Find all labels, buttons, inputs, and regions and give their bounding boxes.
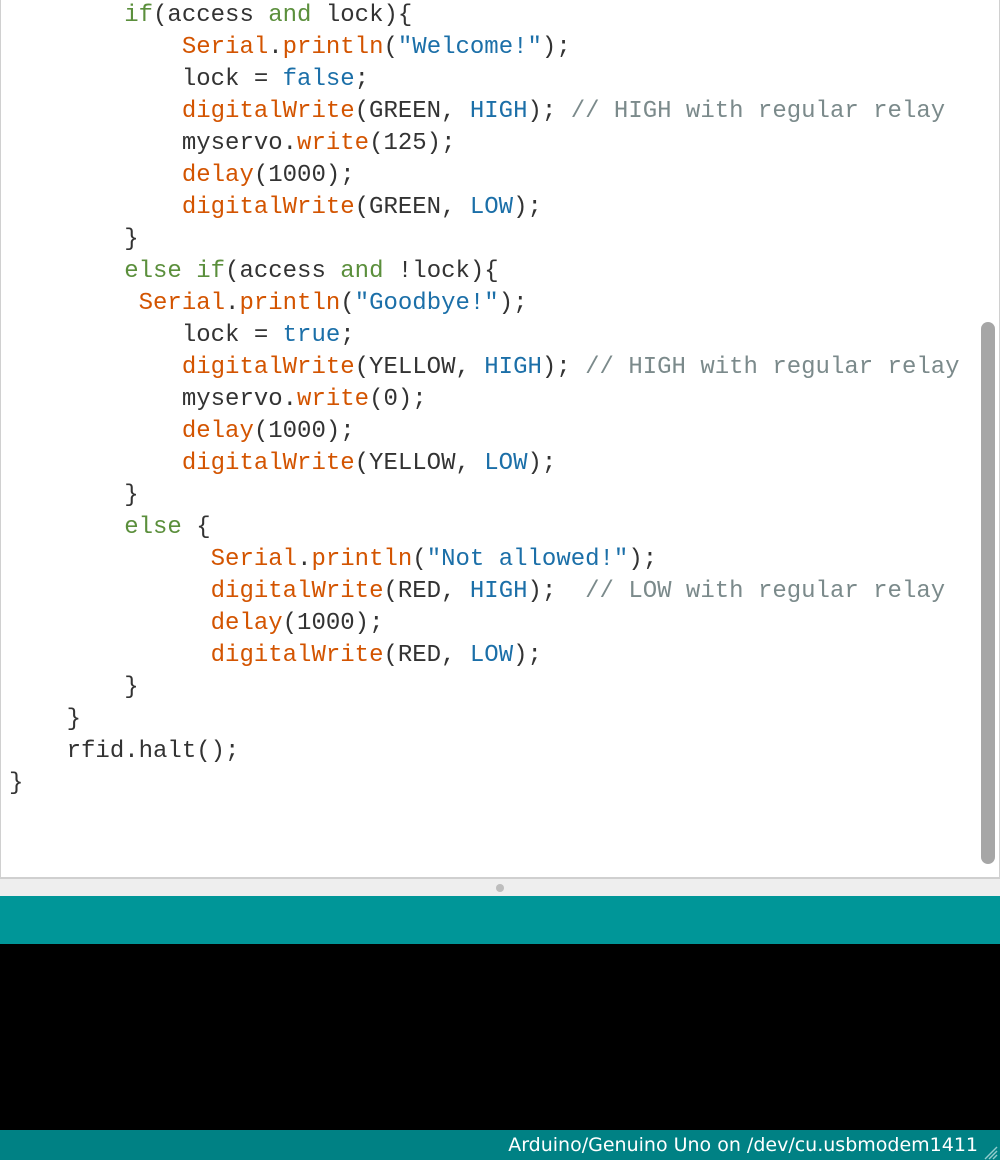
pane-splitter[interactable] xyxy=(0,878,1000,896)
code-line: delay(1000); xyxy=(9,416,999,448)
code-line: Serial.println("Goodbye!"); xyxy=(9,288,999,320)
code-line: digitalWrite(RED, HIGH); // LOW with reg… xyxy=(9,576,999,608)
code-line: Serial.println("Not allowed!"); xyxy=(9,544,999,576)
board-port-label: Arduino/Genuino Uno on /dev/cu.usbmodem1… xyxy=(508,1134,978,1156)
code-line: rfid.halt(); xyxy=(9,736,999,768)
code-editor-pane: if(access and lock){ Serial.println("Wel… xyxy=(0,0,1000,878)
splitter-grip-icon xyxy=(496,884,504,892)
code-line: digitalWrite(YELLOW, LOW); xyxy=(9,448,999,480)
scroll-thumb[interactable] xyxy=(981,322,995,864)
code-line: delay(1000); xyxy=(9,160,999,192)
code-line: } xyxy=(9,480,999,512)
code-line: digitalWrite(YELLOW, HIGH); // HIGH with… xyxy=(9,352,999,384)
code-line: } xyxy=(9,224,999,256)
code-line: myservo.write(125); xyxy=(9,128,999,160)
arduino-ide-window: if(access and lock){ Serial.println("Wel… xyxy=(0,0,1000,1160)
code-line: Serial.println("Welcome!"); xyxy=(9,32,999,64)
code-line: lock = true; xyxy=(9,320,999,352)
output-console[interactable] xyxy=(0,944,1000,1130)
message-bar xyxy=(0,896,1000,944)
code-line: } xyxy=(9,768,999,800)
code-editor[interactable]: if(access and lock){ Serial.println("Wel… xyxy=(1,0,999,877)
code-line: myservo.write(0); xyxy=(9,384,999,416)
code-line: digitalWrite(GREEN, HIGH); // HIGH with … xyxy=(9,96,999,128)
code-line: digitalWrite(RED, LOW); xyxy=(9,640,999,672)
vertical-scrollbar[interactable] xyxy=(979,0,997,877)
code-line: delay(1000); xyxy=(9,608,999,640)
code-line: else { xyxy=(9,512,999,544)
code-line: else if(access and !lock){ xyxy=(9,256,999,288)
code-line: } xyxy=(9,672,999,704)
code-line: lock = false; xyxy=(9,64,999,96)
code-line: if(access and lock){ xyxy=(9,0,999,32)
code-line: } xyxy=(9,704,999,736)
code-line: digitalWrite(GREEN, LOW); xyxy=(9,192,999,224)
window-resize-grip-icon[interactable] xyxy=(982,1143,998,1159)
status-bar: Arduino/Genuino Uno on /dev/cu.usbmodem1… xyxy=(0,1130,1000,1160)
